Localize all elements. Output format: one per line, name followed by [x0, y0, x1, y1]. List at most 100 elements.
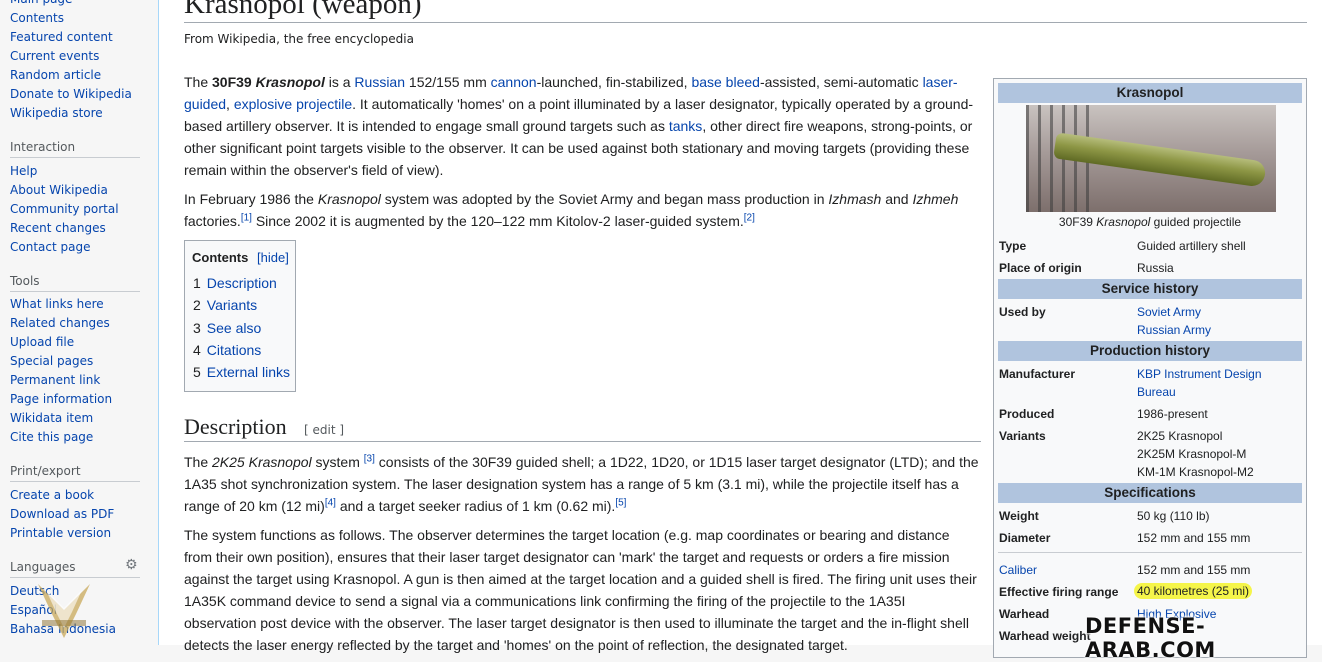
- sidebar-item-printable-version[interactable]: Printable version: [10, 524, 111, 543]
- link-tanks[interactable]: tanks: [669, 118, 702, 134]
- toc-link[interactable]: See also: [207, 320, 261, 336]
- infobox-value-range: 40 kilometres (25 mi): [1134, 582, 1253, 600]
- toc-item[interactable]: 1 Description: [193, 275, 277, 291]
- toc-number: 5: [193, 364, 201, 380]
- text: -launched, fin-stabilized,: [536, 74, 692, 90]
- sidebar-item-community-portal[interactable]: Community portal: [10, 200, 119, 219]
- text: Since 2002 it is augmented by the 120–12…: [251, 213, 744, 229]
- toc-link[interactable]: External links: [207, 364, 290, 380]
- section-heading-description: Description: [184, 414, 287, 439]
- link-russian[interactable]: Russian: [354, 74, 405, 90]
- text: is a: [324, 74, 355, 90]
- page-title: Krasnopol (weapon): [184, 0, 422, 20]
- infobox-label-variants: Variants: [999, 429, 1046, 443]
- infobox-section-service: Service history: [998, 279, 1302, 299]
- text: 30F39: [1058, 215, 1097, 229]
- toc-item[interactable]: 2 Variants: [193, 297, 257, 313]
- sidebar-item-cite-this-page[interactable]: Cite this page: [10, 428, 93, 447]
- sidebar-item-permanent-link[interactable]: Permanent link: [10, 371, 100, 390]
- link-soviet-army[interactable]: Soviet Army: [1137, 303, 1201, 321]
- sidebar-item-page-information[interactable]: Page information: [10, 390, 112, 409]
- text: Izhmeh: [912, 191, 959, 207]
- link-russian-army[interactable]: Russian Army: [1137, 321, 1211, 339]
- sidebar-item-contact-page[interactable]: Contact page: [10, 238, 90, 257]
- sidebar-item-what-links-here[interactable]: What links here: [10, 295, 104, 314]
- infobox: Krasnopol 30F39 Krasnopol guided project…: [993, 78, 1307, 658]
- projectile-image[interactable]: [1026, 105, 1276, 212]
- sidebar-item-upload-file[interactable]: Upload file: [10, 333, 74, 352]
- text: 2K25 Krasnopol: [212, 454, 312, 470]
- table-of-contents: Contents [hide] 1 Description 2 Variants 3…: [184, 240, 296, 392]
- sidebar-item-featured-content[interactable]: Featured content: [10, 28, 113, 47]
- sidebar-item-related-changes[interactable]: Related changes: [10, 314, 110, 333]
- infobox-value-produced: 1986-present: [1137, 407, 1208, 421]
- sidebar-item-help[interactable]: Help: [10, 162, 37, 181]
- toc-item[interactable]: 4 Citations: [193, 342, 261, 358]
- infobox-label-warhead: Warhead: [999, 607, 1050, 621]
- toc-hide-link[interactable]: [hide]: [257, 250, 289, 265]
- sidebar-item-donate[interactable]: Donate to Wikipedia: [10, 85, 132, 104]
- text: and: [881, 191, 913, 207]
- sidebar-item-recent-changes[interactable]: Recent changes: [10, 219, 106, 238]
- sidebar-item-random-article[interactable]: Random article: [10, 66, 101, 85]
- infobox-section-specifications: Specifications: [998, 483, 1302, 503]
- infobox-value-weight: 50 kg (110 lb): [1137, 509, 1210, 523]
- link-cannon[interactable]: cannon: [491, 74, 537, 90]
- toc-item[interactable]: 3 See also: [193, 320, 261, 336]
- citation-link[interactable]: [2]: [744, 212, 755, 223]
- infobox-label-warhead-weight: Warhead weight: [999, 629, 1091, 643]
- infobox-label-diameter: Diameter: [999, 531, 1051, 545]
- sidebar-item-contents[interactable]: Contents: [10, 9, 64, 28]
- page-tagline: From Wikipedia, the free encyclopedia: [184, 32, 414, 46]
- text: guided projectile: [1150, 215, 1242, 229]
- toc-item[interactable]: 5 External links: [193, 364, 290, 380]
- infobox-section-production: Production history: [998, 341, 1302, 361]
- link-kbp-manufacturer[interactable]: Bureau: [1137, 383, 1176, 401]
- sidebar-item-wikipedia-store[interactable]: Wikipedia store: [10, 104, 103, 123]
- infobox-caption: 30F39 Krasnopol guided projectile: [994, 215, 1306, 229]
- toc-link[interactable]: Citations: [207, 342, 261, 358]
- edit-section-link[interactable]: [ edit ]: [304, 423, 344, 437]
- section-divider: [184, 441, 981, 442]
- text: The: [184, 74, 213, 90]
- infobox-value-variant: KM-1M Krasnopol-M2: [1137, 465, 1254, 479]
- link-caliber[interactable]: Caliber: [999, 563, 1037, 577]
- toc-link[interactable]: Description: [207, 275, 277, 291]
- sidebar-item-main-page[interactable]: Main page: [10, 0, 72, 9]
- text: factories.: [184, 213, 241, 229]
- main-content: Krasnopol (weapon) From Wikipedia, the f…: [158, 0, 1322, 658]
- infobox-value-variant: 2K25 Krasnopol: [1137, 429, 1223, 443]
- function-paragraph: The system functions as follows. The obs…: [184, 527, 977, 653]
- sidebar-divider: [10, 577, 140, 578]
- sidebar-item-special-pages[interactable]: Special pages: [10, 352, 93, 371]
- link-base-bleed[interactable]: base bleed: [691, 74, 760, 90]
- text: ,: [226, 96, 234, 112]
- intro-paragraph: The 30F39 Krasnopol is a Russian 152/155…: [184, 71, 979, 181]
- watermark-logo-icon: [38, 584, 90, 638]
- text: Krasnopol: [317, 191, 381, 207]
- citation-link[interactable]: [3]: [364, 453, 375, 464]
- gear-icon[interactable]: ⚙: [125, 556, 138, 575]
- infobox-value-variant: 2K25M Krasnopol-M: [1137, 447, 1247, 461]
- sidebar-item-download-pdf[interactable]: Download as PDF: [10, 505, 114, 524]
- text: system was adopted by the Soviet Army an…: [380, 191, 829, 207]
- link-kbp-manufacturer[interactable]: KBP Instrument Design: [1137, 365, 1262, 383]
- link-explosive-projectile[interactable]: explosive projectile: [234, 96, 352, 112]
- infobox-value-diameter: 152 mm and 155 mm: [1137, 531, 1251, 545]
- sidebar-item-wikidata-item[interactable]: Wikidata item: [10, 409, 93, 428]
- citation-link[interactable]: [4]: [325, 497, 336, 508]
- citation-link[interactable]: [5]: [615, 497, 626, 508]
- sidebar-item-create-book[interactable]: Create a book: [10, 486, 94, 505]
- sidebar-item-about-wikipedia[interactable]: About Wikipedia: [10, 181, 108, 200]
- infobox-label-produced: Produced: [999, 407, 1055, 421]
- infobox-label-used-by: Used by: [999, 305, 1046, 319]
- infobox-divider: [998, 552, 1302, 553]
- sidebar-heading-tools: Tools: [10, 274, 40, 288]
- toc-title: Contents: [192, 250, 249, 265]
- toc-link[interactable]: Variants: [207, 297, 257, 313]
- citation-link[interactable]: [1]: [241, 212, 252, 223]
- toc-number: 2: [193, 297, 201, 313]
- sidebar-item-current-events[interactable]: Current events: [10, 47, 99, 66]
- infobox-value-origin: Russia: [1137, 261, 1174, 275]
- history-paragraph: In February 1986 the Krasnopol system wa…: [184, 188, 979, 232]
